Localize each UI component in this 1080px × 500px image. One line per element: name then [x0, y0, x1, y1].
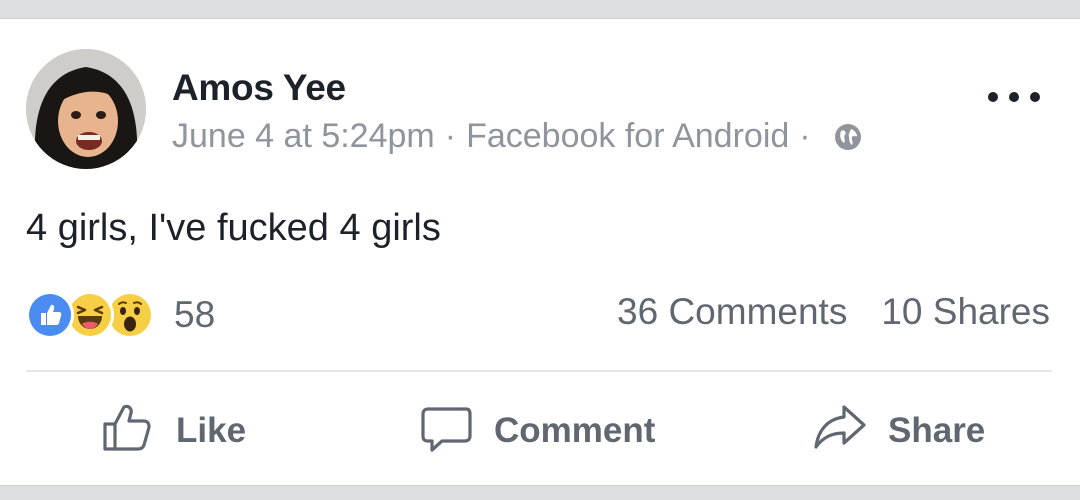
post-card: Amos Yee June 4 at 5:24pm · Facebook for…	[0, 18, 1080, 486]
like-reaction-icon	[26, 291, 74, 339]
comment-bubble-icon	[418, 399, 474, 464]
post-text: 4 girls, I've fucked 4 girls	[26, 207, 441, 249]
more-dot	[988, 92, 998, 102]
divider	[26, 370, 1052, 372]
thumbs-up-icon	[100, 399, 156, 464]
author-name[interactable]: Amos Yee	[172, 67, 346, 109]
share-label: Share	[888, 411, 986, 450]
globe-icon[interactable]	[833, 122, 863, 152]
engagement-counts: 36 Comments 10 Shares	[617, 291, 1050, 333]
post-meta: June 4 at 5:24pm · Facebook for Android …	[172, 117, 863, 156]
post-source: Facebook for Android	[466, 117, 790, 155]
shares-count-link[interactable]: 10 Shares	[881, 291, 1050, 333]
share-arrow-icon	[812, 399, 868, 464]
like-label: Like	[176, 411, 247, 450]
post-timestamp[interactable]: June 4 at 5:24pm	[172, 117, 435, 156]
share-button[interactable]: Share	[812, 401, 985, 461]
reactions-summary[interactable]: 58	[26, 287, 215, 343]
comment-button[interactable]: Comment	[418, 401, 655, 461]
meta-separator: ·	[444, 117, 457, 155]
reaction-count: 58	[174, 294, 216, 335]
more-dot	[1009, 92, 1019, 102]
avatar[interactable]	[26, 49, 146, 169]
like-button[interactable]: Like	[100, 401, 246, 461]
comments-count-link[interactable]: 36 Comments	[617, 291, 847, 333]
meta-separator-2: ·	[799, 117, 811, 155]
more-dot	[1030, 92, 1040, 102]
more-options-icon[interactable]	[988, 85, 1040, 109]
comment-label: Comment	[494, 411, 656, 450]
